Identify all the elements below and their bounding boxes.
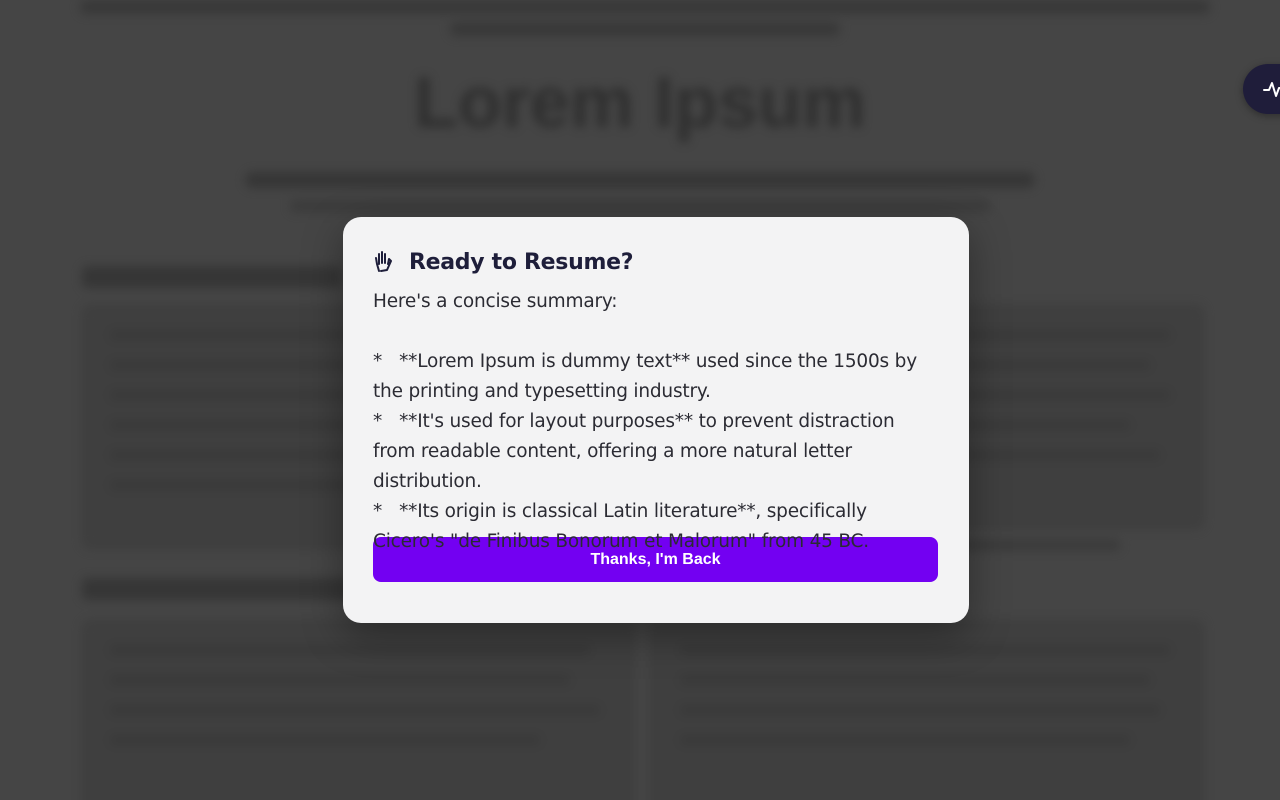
bg-text-line [450, 22, 840, 36]
bg-section-heading [82, 266, 342, 288]
bg-text-line [680, 735, 1130, 745]
summary-bullet: * **Lorem Ipsum is dummy text** used sin… [373, 351, 923, 402]
bg-subtitle [245, 172, 1035, 188]
bg-text-line [680, 705, 1160, 715]
bg-subtitle-line [290, 200, 990, 212]
summary-intro: Here's a concise summary: [373, 291, 618, 312]
summary-spacer [373, 317, 939, 347]
page: Lorem Ipsum Ready to Resume? Here's a co… [0, 0, 1280, 800]
bg-page-title: Lorem Ipsum [413, 63, 867, 143]
resume-modal: Ready to Resume? Here's a concise summar… [343, 217, 969, 623]
modal-title: Ready to Resume? [409, 249, 634, 275]
bg-text-line [680, 645, 1170, 655]
bg-text-line [110, 705, 600, 715]
bg-text-line [110, 735, 540, 745]
bg-text-line [110, 645, 590, 655]
bg-section-heading [82, 578, 362, 600]
hand-icon [373, 250, 395, 274]
bg-text-line [110, 675, 570, 685]
modal-summary: Here's a concise summary: * **Lorem Ipsu… [373, 287, 939, 552]
summary-bullet: * **It's used for layout purposes** to p… [373, 411, 901, 492]
bg-text-line [680, 675, 1150, 685]
summary-bullet: * **Its origin is classical Latin litera… [373, 501, 873, 552]
bg-text-line [80, 0, 1210, 14]
modal-header: Ready to Resume? [373, 247, 939, 277]
